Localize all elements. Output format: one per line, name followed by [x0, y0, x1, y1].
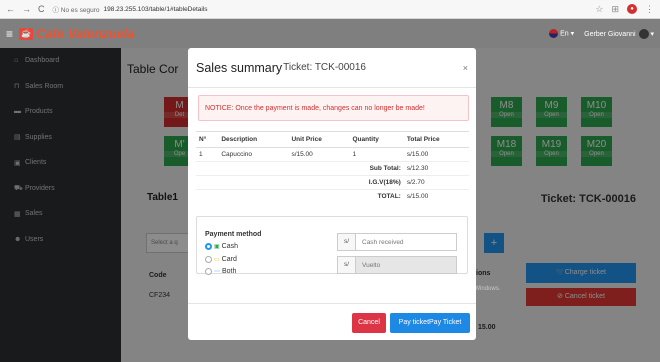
- change-input: Vuelto: [356, 257, 456, 273]
- forward-icon[interactable]: →: [22, 4, 31, 14]
- column-header: N°: [196, 131, 219, 148]
- payment-notice: NOTICE: Once the payment is made, change…: [198, 95, 469, 121]
- modal-header: Sales summary Ticket: TCK-00016 ×: [188, 48, 476, 88]
- radio-button[interactable]: [205, 243, 212, 250]
- row-unit-price: s/15.00: [291, 151, 313, 158]
- total-value: s/15.00: [403, 189, 469, 203]
- row-description: Capuccino: [221, 151, 253, 158]
- user-menu[interactable]: Gerber Giovanni ▾: [584, 28, 654, 39]
- table-row: 1 Capuccino s/15.00 1 s/15.00: [196, 148, 469, 162]
- cancel-button[interactable]: Cancel: [352, 313, 386, 333]
- url-text[interactable]: 198.23.255.103/table/1#tableDetails: [103, 6, 207, 13]
- column-header: Unit Price: [288, 131, 350, 148]
- menu-dots-icon[interactable]: ⋮: [645, 4, 654, 15]
- row-quantity: 1: [352, 151, 357, 158]
- cafe-logo-icon: ☕: [19, 27, 34, 40]
- subtotal-label: Sub Total:: [196, 161, 404, 176]
- payment-option-card[interactable]: ▭ Card: [205, 256, 237, 263]
- payment-option-label: Card: [221, 256, 237, 263]
- currency-addon: s/: [338, 257, 356, 273]
- column-header: Total Price: [403, 131, 469, 148]
- extension-badge-icon[interactable]: ●: [627, 4, 637, 14]
- modal-footer: Cancel Pay ticketPay Ticket: [188, 303, 476, 339]
- cash-received-input[interactable]: Cash received: [356, 234, 456, 250]
- star-icon[interactable]: ☆: [595, 4, 603, 15]
- total-label: TOTAL:: [196, 189, 404, 203]
- pay-ticket-button[interactable]: Pay ticketPay Ticket: [390, 313, 470, 333]
- reload-icon[interactable]: C: [38, 4, 45, 14]
- total-row: TOTAL: s/15.00: [196, 189, 469, 203]
- security-indicator[interactable]: ⓘ No es seguro: [53, 4, 100, 14]
- payment-option-cash[interactable]: ▣ Cash: [205, 243, 238, 250]
- row-number: 1: [199, 151, 203, 158]
- language-label: En ▾: [560, 30, 575, 38]
- browser-actions: ☆ ⊞ ● ⋮: [595, 4, 654, 15]
- language-selector[interactable]: En ▾: [549, 29, 574, 38]
- radio-button[interactable]: [205, 256, 212, 263]
- igv-label: I.G.V(18%): [196, 175, 404, 190]
- hamburger-icon[interactable]: ≡: [6, 27, 13, 41]
- items-header-row: N° Description Unit Price Quantity Total…: [196, 131, 469, 148]
- radio-button[interactable]: [205, 268, 212, 275]
- flag-icon: [549, 29, 559, 38]
- igv-value: s/2.70: [403, 175, 469, 190]
- column-header: Description: [218, 131, 289, 148]
- brand-name: Cafe Valenzuela: [36, 26, 135, 41]
- modal-ticket-number: Ticket: TCK-00016: [283, 62, 366, 73]
- payment-option-label: Both: [222, 268, 237, 275]
- extension-icon[interactable]: ⊞: [611, 4, 619, 15]
- user-name: Gerber Giovanni: [584, 30, 636, 38]
- app-navbar: ≡ ☕ Cafe Valenzuela En ▾ Gerber Giovanni…: [0, 19, 660, 48]
- cash-received-field[interactable]: s/ Cash received: [337, 233, 457, 251]
- sales-summary-modal: Sales summary Ticket: TCK-00016 × NOTICE…: [188, 48, 476, 340]
- back-icon[interactable]: ←: [6, 4, 15, 14]
- close-icon[interactable]: ×: [463, 63, 468, 73]
- igv-row: I.G.V(18%) s/2.70: [196, 175, 469, 190]
- browser-nav: ← → C: [6, 4, 45, 14]
- payment-option-label: Cash: [221, 243, 239, 250]
- card-icon: ▭: [214, 257, 220, 263]
- payment-method-title: Payment method: [205, 231, 262, 238]
- subtotal-value: s/12.30: [403, 161, 469, 176]
- browser-toolbar: ← → C ⓘ No es seguro 198.23.255.103/tabl…: [0, 0, 660, 19]
- currency-addon: s/: [338, 234, 356, 250]
- subtotal-row: Sub Total: s/12.30: [196, 161, 469, 176]
- brand[interactable]: ☕ Cafe Valenzuela: [19, 26, 135, 41]
- cash-icon: ▣: [214, 244, 220, 250]
- navbar-right: En ▾ Gerber Giovanni ▾: [549, 28, 654, 39]
- address-bar[interactable]: ⓘ No es seguro 198.23.255.103/table/1#ta…: [53, 4, 596, 15]
- column-header: Quantity: [349, 131, 404, 148]
- modal-title: Sales summary: [196, 60, 283, 75]
- avatar: [638, 28, 649, 39]
- row-total: s/15.00: [406, 151, 429, 158]
- both-icon: ⋯: [214, 269, 220, 275]
- change-field: s/ Vuelto: [337, 256, 457, 274]
- items-table: N° Description Unit Price Quantity Total…: [196, 131, 469, 203]
- payment-option-both[interactable]: ⋯ Both: [205, 268, 236, 275]
